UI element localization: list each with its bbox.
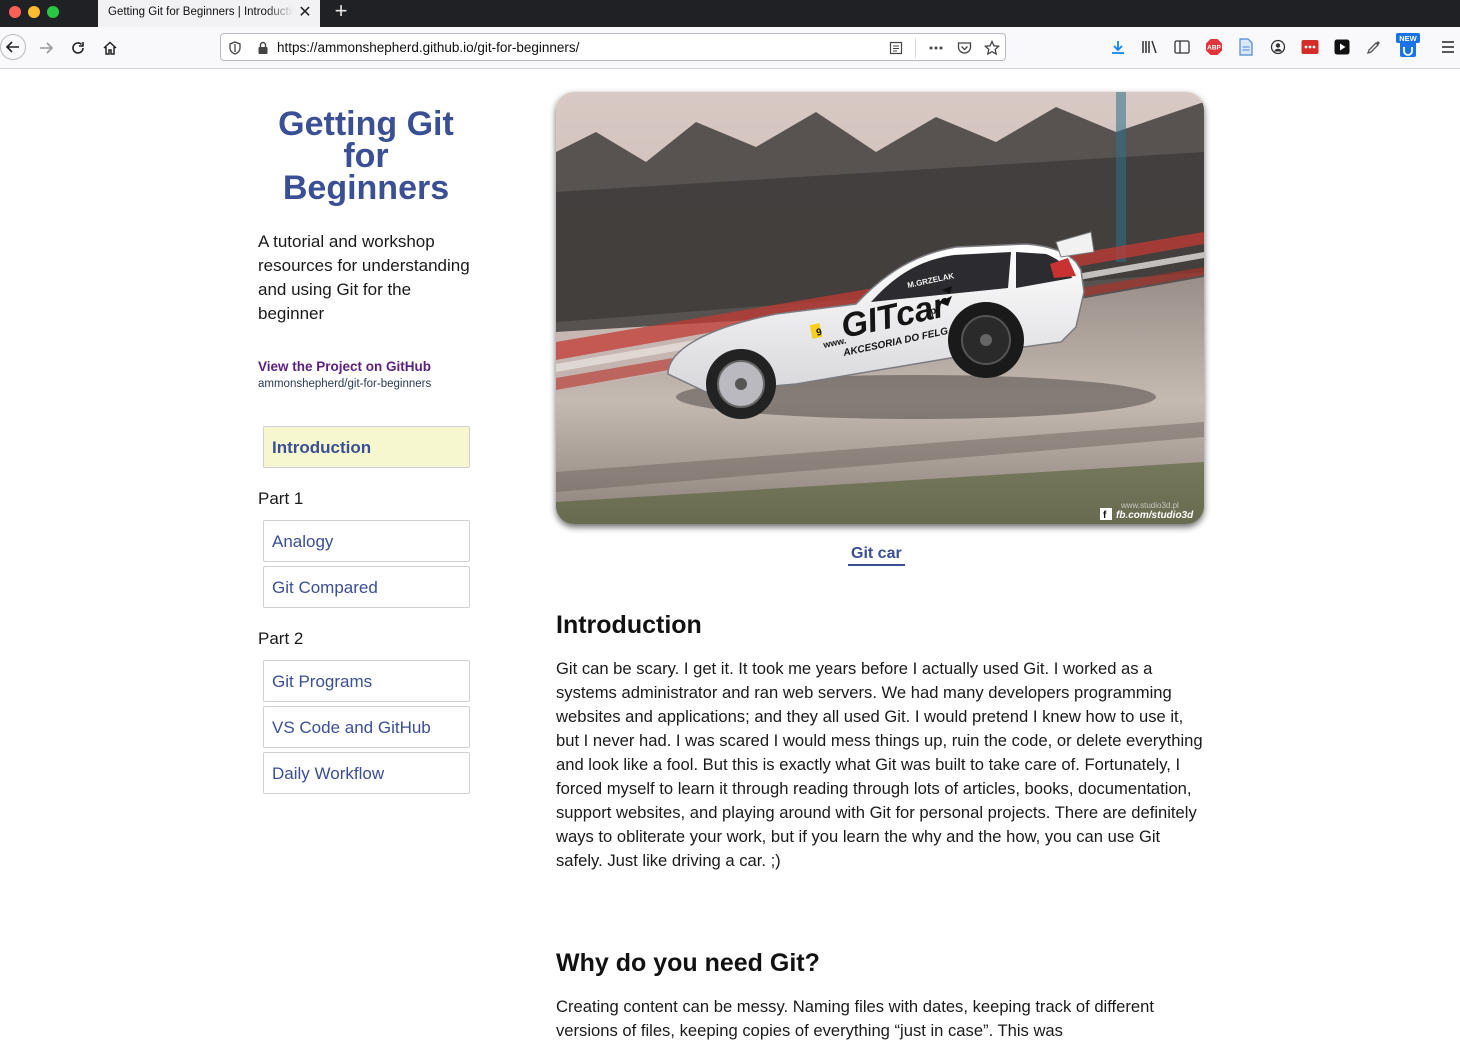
maximize-window-button[interactable] xyxy=(47,6,59,18)
tab-title: Getting Git for Beginners | Introduction xyxy=(108,6,294,18)
forward-button[interactable] xyxy=(33,35,59,61)
home-icon xyxy=(103,41,117,55)
eyedropper-icon[interactable] xyxy=(1364,37,1384,57)
account-icon[interactable] xyxy=(1268,37,1288,57)
close-window-button[interactable] xyxy=(9,6,21,18)
reader-view-icon[interactable] xyxy=(887,39,905,57)
address-bar[interactable]: https://ammonshepherd.github.io/git-for-… xyxy=(220,33,1006,61)
lastpass-icon[interactable] xyxy=(1300,37,1320,57)
back-arrow-icon xyxy=(5,41,19,53)
github-repo-name: ammonshepherd/git-for-beginners xyxy=(258,378,432,390)
url-text[interactable]: https://ammonshepherd.github.io/git-for-… xyxy=(277,40,579,55)
nav-item-git-compared[interactable]: Git Compared xyxy=(263,566,470,608)
url-divider xyxy=(915,38,916,58)
new-tab-button[interactable]: + xyxy=(330,0,352,24)
why-git-paragraph: Creating content can be messy. Naming fi… xyxy=(556,997,1154,1040)
active-tab[interactable]: Getting Git for Beginners | Introduction… xyxy=(98,0,320,27)
sidebar-toggle-icon[interactable] xyxy=(1172,37,1192,57)
minimize-window-button[interactable] xyxy=(28,6,40,18)
svg-text:ABP: ABP xyxy=(1207,45,1221,52)
reload-button[interactable] xyxy=(65,35,91,61)
library-icon[interactable] xyxy=(1140,37,1160,57)
git-car-image: 9 GITcar .pl AKCESORIA DO FELG www. M.GR… xyxy=(556,92,1204,524)
pocket-icon[interactable] xyxy=(955,39,973,57)
new-extension-icon[interactable]: NEW xyxy=(1396,33,1420,59)
media-play-icon[interactable] xyxy=(1332,37,1352,57)
lock-icon[interactable] xyxy=(254,39,272,57)
page-actions-icon[interactable] xyxy=(927,39,945,57)
navigation-toolbar: https://ammonshepherd.github.io/git-for-… xyxy=(0,27,1460,69)
why-git-heading: Why do you need Git? xyxy=(556,949,820,977)
tracking-shield-icon[interactable] xyxy=(226,39,244,57)
downloads-icon[interactable] xyxy=(1108,37,1128,57)
image-caption-link[interactable]: Git car xyxy=(848,545,905,566)
nav-item-analogy[interactable]: Analogy xyxy=(263,520,470,562)
forward-arrow-icon xyxy=(40,42,54,54)
bookmark-star-icon[interactable] xyxy=(983,39,1001,57)
nav-item-vscode-github[interactable]: VS Code and GitHub xyxy=(263,706,470,748)
nav-item-daily-workflow[interactable]: Daily Workflow xyxy=(263,752,470,794)
svg-text:NEW: NEW xyxy=(1399,34,1417,43)
nav-section-part-1: Part 1 xyxy=(258,489,304,508)
nav-item-introduction[interactable]: Introduction xyxy=(263,426,470,468)
reload-icon xyxy=(72,42,84,54)
nav-item-git-programs[interactable]: Git Programs xyxy=(263,660,470,702)
back-button[interactable] xyxy=(0,34,26,60)
nav-section-part-2: Part 2 xyxy=(258,629,304,648)
home-button[interactable] xyxy=(97,35,123,61)
svg-text:www.studio3d.pl: www.studio3d.pl xyxy=(1120,501,1179,510)
svg-text:fb.com/studio3d: fb.com/studio3d xyxy=(1116,510,1194,521)
close-tab-icon[interactable]: ✕ xyxy=(296,3,314,23)
document-extension-icon[interactable] xyxy=(1236,37,1256,57)
site-title[interactable]: Getting Git for Beginners xyxy=(258,107,474,205)
view-on-github-link[interactable]: View the Project on GitHub xyxy=(258,359,431,374)
introduction-paragraph: Git can be scary. I get it. It took me y… xyxy=(556,659,1203,870)
introduction-heading: Introduction xyxy=(556,611,702,639)
hamburger-menu-icon[interactable] xyxy=(1438,37,1458,57)
tab-strip: Getting Git for Beginners | Introduction… xyxy=(0,0,1460,27)
site-tagline: A tutorial and workshop resources for un… xyxy=(258,232,470,323)
adblock-plus-icon[interactable]: ABP xyxy=(1204,37,1224,57)
